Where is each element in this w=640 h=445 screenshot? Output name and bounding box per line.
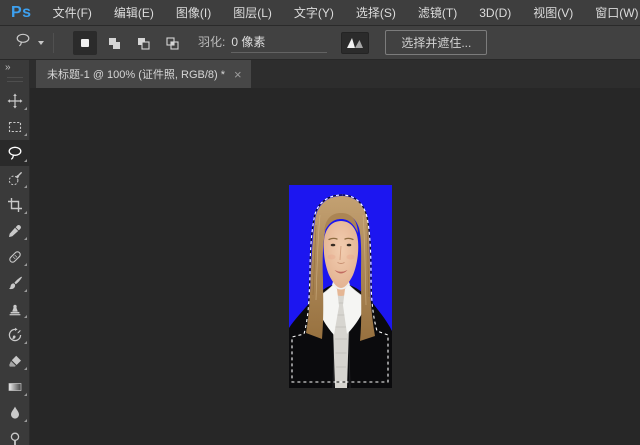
intersect-selection-icon xyxy=(165,36,179,50)
menu-type[interactable]: 文字(Y) xyxy=(283,0,345,26)
eye-left xyxy=(331,244,336,247)
photoshop-window: Ps 文件(F) 编辑(E) 图像(I) 图层(L) 文字(Y) 选择(S) 滤… xyxy=(0,0,640,445)
canvas-area[interactable] xyxy=(30,88,640,445)
eye-right xyxy=(347,244,352,247)
add-to-selection-button[interactable] xyxy=(102,31,126,55)
brush-icon xyxy=(7,275,23,291)
chevron-down-icon xyxy=(38,41,44,45)
anti-alias-toggle[interactable] xyxy=(341,32,369,54)
history-brush-icon xyxy=(7,327,23,343)
water-drop-icon xyxy=(7,405,23,421)
blur-tool[interactable] xyxy=(0,400,30,426)
spot-healing-brush-tool[interactable] xyxy=(0,244,30,270)
brush-tool[interactable] xyxy=(0,270,30,296)
dodge-icon xyxy=(7,431,23,445)
dodge-tool[interactable] xyxy=(0,426,30,445)
rectangular-marquee-tool[interactable] xyxy=(0,114,30,140)
eraser-tool[interactable] xyxy=(0,348,30,374)
menu-bar: Ps 文件(F) 编辑(E) 图像(I) 图层(L) 文字(Y) 选择(S) 滤… xyxy=(0,0,640,26)
menu-3d[interactable]: 3D(D) xyxy=(468,0,522,26)
eraser-icon xyxy=(7,353,23,369)
feather-label: 羽化: xyxy=(198,33,225,50)
document-tab-bar: 未标题-1 @ 100% (证件照, RGB/8) * × xyxy=(30,60,640,88)
menu-select[interactable]: 选择(S) xyxy=(345,0,407,26)
quick-selection-tool[interactable] xyxy=(0,166,30,192)
document-canvas[interactable] xyxy=(289,185,392,388)
lasso-icon xyxy=(14,32,32,53)
menu-layer[interactable]: 图层(L) xyxy=(222,0,283,26)
crop-tool[interactable] xyxy=(0,192,30,218)
subtract-from-selection-button[interactable] xyxy=(131,31,155,55)
eyedropper-tool[interactable] xyxy=(0,218,30,244)
lasso-tool[interactable] xyxy=(0,140,30,166)
gradient-icon xyxy=(7,379,23,395)
feather-field: 羽化: 0 像素 xyxy=(198,33,327,53)
anti-alias-icon xyxy=(345,36,365,50)
history-brush-tool[interactable] xyxy=(0,322,30,348)
panel-grabber[interactable] xyxy=(7,77,23,82)
collapse-panel-icon[interactable]: » xyxy=(0,62,10,73)
move-tool[interactable] xyxy=(0,88,30,114)
new-selection-icon xyxy=(78,36,92,50)
select-and-mask-button[interactable]: 选择并遮住... xyxy=(385,30,487,55)
close-icon[interactable]: × xyxy=(234,67,242,82)
feather-input[interactable]: 0 像素 xyxy=(231,33,327,53)
document-tab[interactable]: 未标题-1 @ 100% (证件照, RGB/8) * × xyxy=(36,60,251,88)
lasso-icon xyxy=(7,145,23,161)
quick-selection-icon xyxy=(7,171,23,187)
move-icon xyxy=(7,93,23,109)
intersect-selection-button[interactable] xyxy=(160,31,184,55)
bandage-icon xyxy=(7,249,23,265)
menu-window[interactable]: 窗口(W) xyxy=(584,0,640,26)
menu-view[interactable]: 视图(V) xyxy=(522,0,584,26)
new-selection-button[interactable] xyxy=(73,31,97,55)
menu-filter[interactable]: 滤镜(T) xyxy=(407,0,468,26)
ps-logo: Ps xyxy=(0,4,42,22)
marquee-icon xyxy=(7,119,23,135)
crop-icon xyxy=(7,197,23,213)
clone-stamp-tool[interactable] xyxy=(0,296,30,322)
eyedropper-icon xyxy=(7,223,23,239)
gradient-tool[interactable] xyxy=(0,374,30,400)
stamp-icon xyxy=(7,301,23,317)
toolbar-header[interactable]: » xyxy=(0,60,29,74)
menu-file[interactable]: 文件(F) xyxy=(42,0,103,26)
tool-preset-picker[interactable] xyxy=(14,32,44,53)
tool-list xyxy=(0,88,29,445)
tools-panel: » xyxy=(0,60,30,445)
subtract-from-selection-icon xyxy=(136,36,150,50)
menu-edit[interactable]: 编辑(E) xyxy=(103,0,165,26)
options-bar: 羽化: 0 像素 选择并遮住... xyxy=(0,26,640,60)
id-photo xyxy=(289,185,392,388)
add-to-selection-icon xyxy=(107,36,121,50)
menu-image[interactable]: 图像(I) xyxy=(165,0,222,26)
selection-mode-group xyxy=(73,31,184,55)
divider xyxy=(53,33,54,53)
document-tab-title: 未标题-1 @ 100% (证件照, RGB/8) * xyxy=(47,66,225,82)
